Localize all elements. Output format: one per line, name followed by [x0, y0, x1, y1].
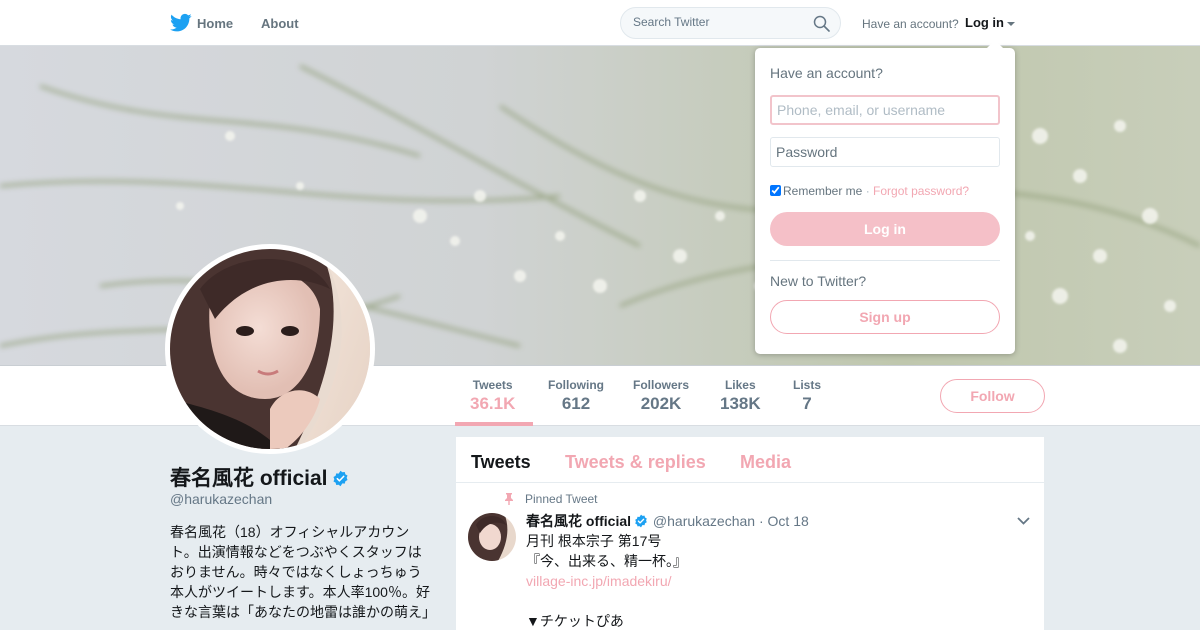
stat-label: Following	[548, 378, 604, 392]
stat-lists[interactable]: Lists 7	[793, 378, 821, 414]
username-input[interactable]	[770, 95, 1000, 125]
stat-value: 36.1K	[470, 394, 516, 413]
profile-name-text: 春名風花 official	[170, 467, 328, 490]
tweet-line: 月刊 根本宗子 第17号	[526, 533, 662, 549]
tweet-header: 春名風花 official @harukazechan · Oct 18	[526, 511, 809, 531]
tab-media[interactable]: Media	[740, 452, 791, 473]
nav-about-link[interactable]: About	[261, 16, 299, 31]
tweet-link[interactable]: village-inc.jp/imadekiru/	[526, 571, 687, 591]
remember-me-label[interactable]: Remember me	[783, 184, 862, 198]
tweet-line: ▼チケットぴあ	[526, 613, 624, 629]
login-link-label: Log in	[965, 15, 1004, 30]
stat-tweets[interactable]: Tweets 36.1K	[470, 378, 515, 414]
stat-value: 138K	[720, 394, 761, 413]
tab-tweets[interactable]: Tweets	[471, 452, 531, 473]
follow-button[interactable]: Follow	[940, 379, 1045, 413]
tweet-author-handle[interactable]: @harukazechan	[653, 513, 755, 529]
tweet-separator: ·	[758, 513, 764, 529]
pinned-tweet-label: Pinned Tweet	[525, 492, 598, 506]
pin-icon	[505, 493, 513, 505]
stat-likes[interactable]: Likes 138K	[720, 378, 761, 414]
dropdown-title: Have an account?	[770, 65, 883, 81]
stat-value: 202K	[640, 394, 682, 413]
tweet-author-avatar[interactable]	[468, 513, 516, 561]
timeline: Tweets Tweets & replies Media Pinned Twe…	[456, 437, 1044, 630]
signup-button[interactable]: Sign up	[770, 300, 1000, 334]
login-dropdown: Have an account? Remember me · Forgot pa…	[755, 40, 1015, 354]
stat-label: Tweets	[472, 378, 513, 392]
new-to-twitter-label: New to Twitter?	[770, 273, 867, 289]
search-input[interactable]	[633, 15, 813, 29]
avatar-image	[170, 249, 370, 449]
profile-name[interactable]: 春名風花 official	[170, 462, 349, 492]
password-input[interactable]	[770, 137, 1000, 167]
stat-following[interactable]: Following 612	[548, 378, 604, 414]
verified-badge-icon	[635, 514, 647, 528]
login-button[interactable]: Log in	[770, 212, 1000, 246]
profile-bio: 春名風花（18）オフィシャルアカウント。出演情報などをつぶやくスタッフはおりませ…	[170, 524, 436, 620]
stat-label: Likes	[724, 378, 756, 392]
active-stat-underline	[455, 422, 533, 426]
stat-followers[interactable]: Followers 202K	[633, 378, 689, 414]
tab-tweets-and-replies[interactable]: Tweets & replies	[565, 452, 706, 473]
tweet-author-name[interactable]: 春名風花 official	[526, 513, 631, 529]
search-icon[interactable]	[813, 15, 830, 32]
remember-me-checkbox[interactable]	[770, 185, 781, 196]
dropdown-arrow	[987, 40, 1003, 48]
forgot-password-link[interactable]: Forgot password?	[873, 184, 969, 198]
caret-down-icon	[1007, 21, 1015, 26]
stat-value: 612	[561, 394, 591, 413]
login-dropdown-toggle[interactable]: Log in	[965, 15, 1015, 30]
nav-home-link[interactable]: Home	[197, 16, 233, 31]
profile-avatar[interactable]	[165, 244, 375, 454]
remember-me-row: Remember me · Forgot password?	[770, 184, 969, 198]
verified-badge-icon	[333, 470, 348, 487]
chevron-down-icon[interactable]	[1017, 517, 1030, 525]
search-box	[620, 7, 841, 39]
tweet-line: 『今、出来る、精一杯。』	[526, 553, 687, 569]
twitter-bird-icon[interactable]	[170, 13, 192, 33]
timeline-tabs: Tweets Tweets & replies Media	[456, 437, 1044, 483]
profile-handle[interactable]: @harukazechan	[170, 491, 272, 507]
remember-separator: ·	[865, 184, 870, 198]
tweet-date[interactable]: Oct 18	[768, 513, 809, 529]
stat-label: Lists	[793, 378, 822, 392]
dropdown-divider	[770, 260, 1000, 261]
stat-label: Followers	[633, 378, 690, 392]
have-account-label: Have an account?	[862, 17, 959, 31]
top-navigation-bar: Home About Have an account? Log in	[0, 0, 1200, 46]
tweet-text: 月刊 根本宗子 第17号 『今、出来る、精一杯。』 village-inc.jp…	[526, 531, 687, 630]
stat-value: 7	[802, 394, 812, 413]
